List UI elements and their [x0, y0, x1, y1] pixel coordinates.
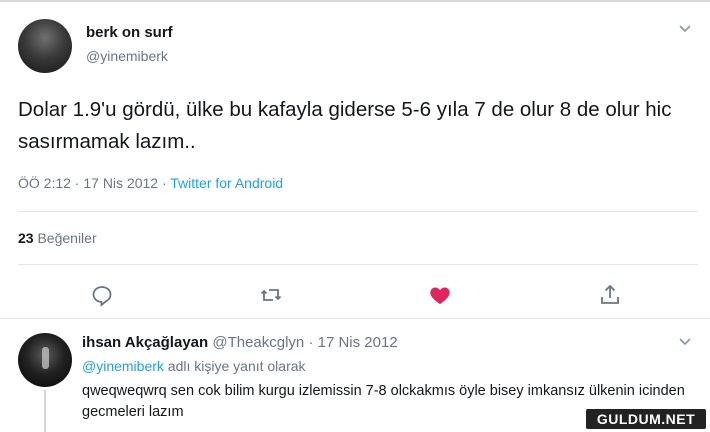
tweet-timestamp[interactable]: ÖÖ 2:12 · 17 Nis 2012 ·: [18, 175, 170, 191]
thread-line: [44, 390, 46, 432]
reply-button[interactable]: [90, 283, 114, 307]
divider: [18, 264, 698, 265]
like-icon: [430, 287, 450, 304]
watermark: GULDUM.NET: [586, 409, 706, 429]
reply-mention-link[interactable]: @yinemiberk: [82, 358, 164, 374]
share-icon: [601, 284, 619, 304]
divider: [18, 211, 698, 212]
replying-to: @yinemiberk adlı kişiye yanıt olarak: [82, 358, 306, 374]
share-button[interactable]: [598, 283, 622, 307]
reply-icon: [92, 286, 112, 307]
top-divider: [0, 0, 710, 2]
tweet-source-link[interactable]: Twitter for Android: [170, 175, 283, 191]
divider: [0, 318, 710, 319]
user-handle[interactable]: @yinemiberk: [86, 48, 168, 64]
reply-display-name[interactable]: ihsan Akçağlayan: [82, 334, 208, 351]
like-button[interactable]: [428, 283, 452, 307]
tweet-meta: ÖÖ 2:12 · 17 Nis 2012 · Twitter for Andr…: [18, 175, 283, 191]
reply-date[interactable]: 17 Nis 2012: [318, 334, 398, 351]
likes-label: Beğeniler: [37, 230, 97, 246]
reply-handle[interactable]: @Theakcglyn: [212, 334, 304, 351]
avatar[interactable]: [18, 19, 72, 73]
chevron-down-icon[interactable]: [678, 22, 696, 36]
display-name[interactable]: berk on surf: [86, 24, 173, 41]
replying-label: adlı kişiye yanıt olarak: [163, 358, 306, 374]
chevron-down-icon[interactable]: [678, 335, 692, 352]
avatar[interactable]: [18, 333, 72, 387]
likes-number: 23: [18, 230, 34, 246]
likes-count[interactable]: 23 Beğeniler: [18, 230, 97, 246]
separator: ·: [304, 334, 318, 351]
reply-header: ihsan Akçağlayan @Theakcglyn · 17 Nis 20…: [82, 334, 398, 351]
retweet-icon: [260, 289, 282, 301]
tweet-text: Dolar 1.9'u gördü, ülke bu kafayla gider…: [18, 98, 672, 153]
retweet-button[interactable]: [259, 283, 283, 307]
